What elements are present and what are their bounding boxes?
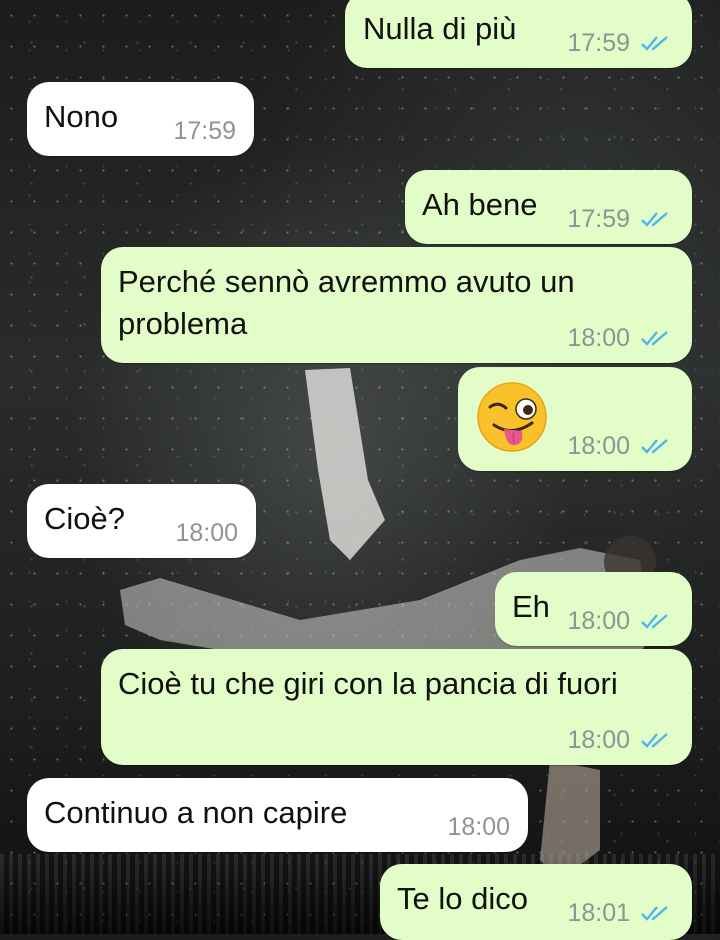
message-meta: 18:01 bbox=[567, 898, 670, 928]
message-text: Cioè tu che giri con la pancia di fuori bbox=[118, 666, 618, 701]
message-time: 18:00 bbox=[567, 726, 630, 754]
double-check-icon bbox=[641, 36, 668, 51]
message-bubble-outgoing[interactable]: Cioè tu che giri con la pancia di fuori … bbox=[101, 649, 692, 765]
message-text: Te lo dico bbox=[397, 881, 528, 916]
double-check-icon bbox=[641, 439, 668, 454]
message-meta: 18:00 bbox=[567, 431, 670, 461]
message-bubble-incoming[interactable]: Continuo a non capire 18:00 bbox=[27, 778, 528, 852]
message-meta: 18:00 bbox=[567, 725, 670, 755]
double-check-icon bbox=[641, 614, 668, 629]
message-bubble-outgoing[interactable]: Te lo dico 18:01 bbox=[380, 864, 692, 940]
message-bubble-outgoing[interactable]: Nulla di più 17:59 bbox=[345, 0, 692, 68]
double-check-icon bbox=[641, 331, 668, 346]
message-text: Cioè? bbox=[44, 501, 125, 536]
message-bubble-incoming[interactable]: Cioè? 18:00 bbox=[27, 484, 256, 558]
message-meta: 17:59 bbox=[567, 204, 670, 234]
message-time: 18:00 bbox=[567, 432, 630, 460]
message-bubble-outgoing[interactable]: Eh 18:00 bbox=[495, 572, 692, 646]
message-meta: 17:59 bbox=[173, 116, 236, 146]
message-time: 18:00 bbox=[567, 324, 630, 352]
message-time: 17:59 bbox=[567, 29, 630, 57]
double-check-icon bbox=[641, 212, 668, 227]
message-time: 17:59 bbox=[567, 205, 630, 233]
double-check-icon bbox=[641, 733, 668, 748]
message-time: 17:59 bbox=[173, 117, 236, 145]
message-bubble-outgoing[interactable]: Perché sennò avremmo avuto un problema 1… bbox=[101, 247, 692, 363]
double-check-icon bbox=[641, 906, 668, 921]
message-text: Continuo a non capire bbox=[44, 795, 348, 830]
message-time: 18:00 bbox=[567, 607, 630, 635]
message-text: Ah bene bbox=[422, 187, 538, 222]
message-bubble-outgoing[interactable]: Ah bene 17:59 bbox=[405, 170, 692, 244]
message-meta: 18:00 bbox=[447, 812, 510, 842]
message-meta: 18:00 bbox=[567, 323, 670, 353]
message-bubble-incoming[interactable]: Nono 17:59 bbox=[27, 82, 254, 156]
message-meta: 18:00 bbox=[567, 606, 670, 636]
message-meta: 17:59 bbox=[567, 28, 670, 58]
message-time: 18:00 bbox=[175, 519, 238, 547]
message-time: 18:00 bbox=[447, 813, 510, 841]
message-time: 18:01 bbox=[567, 899, 630, 927]
message-meta: 18:00 bbox=[175, 518, 238, 548]
message-bubble-outgoing[interactable]: 18:00 bbox=[458, 367, 692, 471]
message-text: Nulla di più bbox=[363, 11, 517, 46]
message-text: Eh bbox=[512, 589, 550, 624]
message-text: Nono bbox=[44, 99, 119, 134]
winking-face-with-tongue-emoji bbox=[477, 382, 547, 452]
